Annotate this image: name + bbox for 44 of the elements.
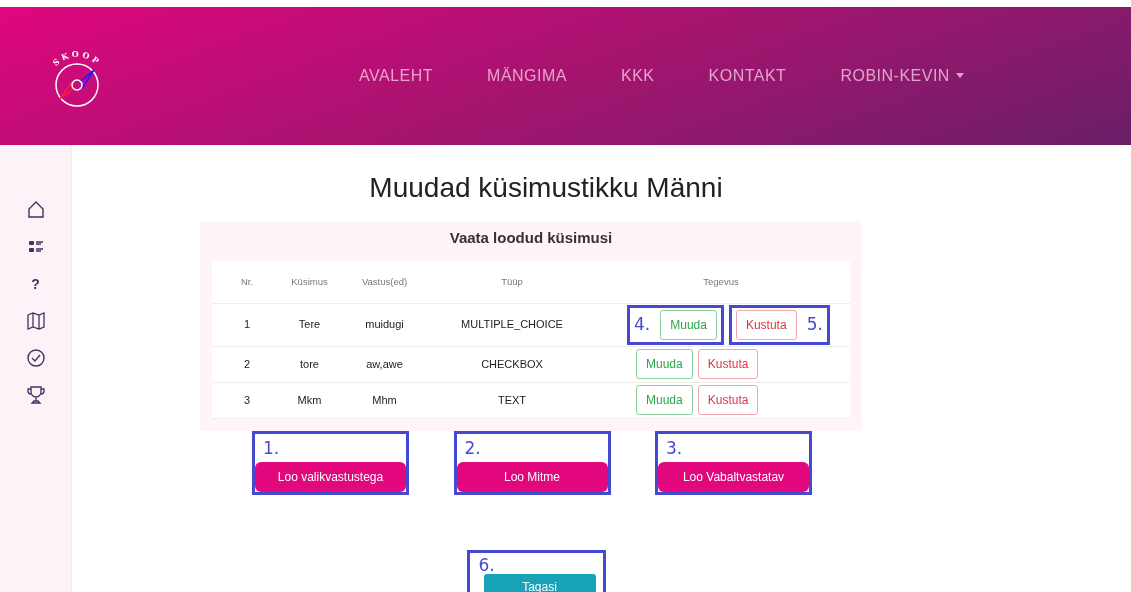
annotation-label: 1.	[263, 439, 281, 457]
table-cell: Mkm	[282, 382, 337, 419]
help-icon[interactable]: ?	[31, 274, 40, 294]
table-cell: TEXT	[432, 382, 592, 419]
table-cell: Mhm	[337, 382, 432, 419]
column-header: Nr.	[212, 261, 282, 304]
annotation-label: 5.	[806, 316, 823, 334]
annotation-label: 6.	[478, 556, 496, 574]
table-cell: CHECKBOX	[432, 346, 592, 383]
edit-button[interactable]: Muuda	[636, 349, 693, 380]
annotation-label: 3.	[666, 439, 684, 457]
table-cell: muidugi	[337, 303, 432, 347]
nav-link[interactable]: ROBIN-KEVIN	[813, 64, 991, 88]
check-circle-icon[interactable]	[25, 348, 46, 368]
create-button[interactable]: Loo valikvastustega	[255, 461, 406, 492]
column-header: Vastus(ed)	[337, 261, 432, 304]
edit-button[interactable]: Muuda	[660, 309, 717, 340]
column-header: Tüüp	[432, 261, 592, 304]
table-cell: 2	[212, 346, 282, 383]
table-cell: aw,awe	[337, 346, 432, 383]
table-cell: MULTIPLE_CHOICE	[432, 303, 592, 347]
table-cell: 3	[212, 382, 282, 419]
nav-link[interactable]: KONTAKT	[681, 64, 814, 88]
nav-link[interactable]: KKK	[594, 64, 682, 88]
trophy-icon[interactable]	[25, 385, 46, 405]
page-title: Muudad küsimustikku Männi	[368, 171, 724, 205]
delete-button[interactable]: Kustuta	[735, 309, 797, 340]
column-header: Küsimus	[282, 261, 337, 304]
create-button[interactable]: Loo Mitme	[456, 461, 608, 492]
edit-button[interactable]: Muuda	[636, 385, 693, 416]
annotation-label: 2.	[464, 439, 482, 457]
column-header: Tegevus	[592, 261, 850, 304]
map-icon[interactable]	[25, 311, 46, 331]
annotation-label: 4.	[634, 316, 651, 334]
nav-link[interactable]: MÄNGIMA	[460, 64, 594, 88]
table-cell: 1	[212, 303, 282, 347]
panel-title: Vaata loodud küsimusi	[448, 227, 614, 248]
table-cell: tore	[282, 346, 337, 383]
table-cell: Tere	[282, 303, 337, 347]
delete-button[interactable]: Kustuta	[697, 349, 759, 380]
nav-link[interactable]: AVALEHT	[332, 64, 461, 88]
delete-button[interactable]: Kustuta	[697, 385, 759, 416]
create-button[interactable]: Loo Vabaltvastatav	[658, 461, 809, 492]
home-icon[interactable]	[25, 200, 46, 220]
